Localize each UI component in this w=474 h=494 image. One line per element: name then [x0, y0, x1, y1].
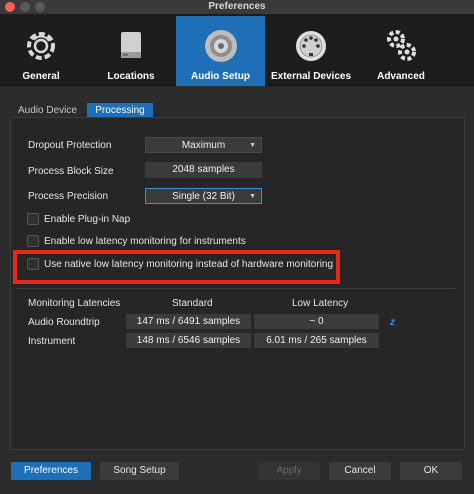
standard-column-header: Standard	[172, 298, 213, 309]
chevron-down-icon: ▼	[249, 142, 256, 149]
ok-button[interactable]: OK	[400, 462, 462, 480]
audio-roundtrip-low: ~ 0	[254, 314, 379, 329]
preferences-toolbar: General Locations Audio Setup External D…	[0, 14, 474, 86]
toolbar-locations-label: Locations	[107, 71, 155, 82]
enable-plugin-nap-checkbox[interactable]	[27, 213, 39, 225]
process-precision-select[interactable]: Single (32 Bit) ▼	[145, 188, 262, 204]
low-latency-column-header: Low Latency	[292, 298, 349, 309]
drive-icon	[121, 32, 141, 58]
toolbar-audio-setup-label: Audio Setup	[191, 71, 250, 82]
apply-button[interactable]: Apply	[258, 462, 320, 480]
toolbar-external-devices-label: External Devices	[270, 71, 352, 82]
z-icon[interactable]: z	[390, 317, 395, 328]
low-latency-instruments-checkbox[interactable]	[27, 235, 39, 247]
toolbar-advanced-button[interactable]: Advanced	[360, 16, 442, 86]
process-block-size-value: 2048 samples	[145, 162, 262, 178]
toolbar-locations-button[interactable]: Locations	[90, 16, 172, 86]
process-block-size-label: Process Block Size	[28, 166, 114, 177]
toolbar-general-label: General	[22, 71, 60, 82]
toolbar-audio-setup-button[interactable]: Audio Setup	[176, 16, 265, 86]
instrument-standard: 148 ms / 6546 samples	[126, 333, 251, 348]
dropout-protection-value: Maximum	[181, 140, 226, 151]
cancel-button[interactable]: Cancel	[329, 462, 391, 480]
chevron-down-icon: ▼	[249, 193, 256, 200]
toolbar-general-button[interactable]: General	[0, 16, 82, 86]
enable-plugin-nap-label: Enable Plug-in Nap	[44, 214, 131, 225]
section-divider	[17, 288, 455, 289]
monitoring-latencies-title: Monitoring Latencies	[28, 298, 121, 309]
low-latency-instruments-label: Enable low latency monitoring for instru…	[44, 236, 246, 247]
general-gear-icon	[27, 32, 55, 60]
preferences-button[interactable]: Preferences	[11, 462, 91, 480]
toolbar-advanced-label: Advanced	[377, 71, 425, 82]
midi-connector-icon	[296, 31, 326, 61]
title-bar: Preferences	[0, 0, 474, 14]
window-title: Preferences	[208, 1, 266, 12]
process-precision-label: Process Precision	[28, 191, 109, 202]
toolbar-external-devices-button[interactable]: External Devices	[266, 16, 356, 86]
gears-icon	[387, 30, 416, 61]
dropout-protection-label: Dropout Protection	[28, 140, 112, 151]
instrument-latency-label: Instrument	[28, 336, 76, 347]
dropout-protection-select[interactable]: Maximum ▼	[145, 137, 262, 153]
instrument-low: 6.01 ms / 265 samples	[254, 333, 379, 348]
highlight-annotation-box	[13, 250, 340, 284]
audio-roundtrip-standard: 147 ms / 6491 samples	[126, 314, 251, 329]
audio-roundtrip-label: Audio Roundtrip	[28, 317, 100, 328]
process-precision-value: Single (32 Bit)	[172, 191, 235, 202]
song-setup-button[interactable]: Song Setup	[100, 462, 179, 480]
speaker-icon	[204, 30, 237, 62]
